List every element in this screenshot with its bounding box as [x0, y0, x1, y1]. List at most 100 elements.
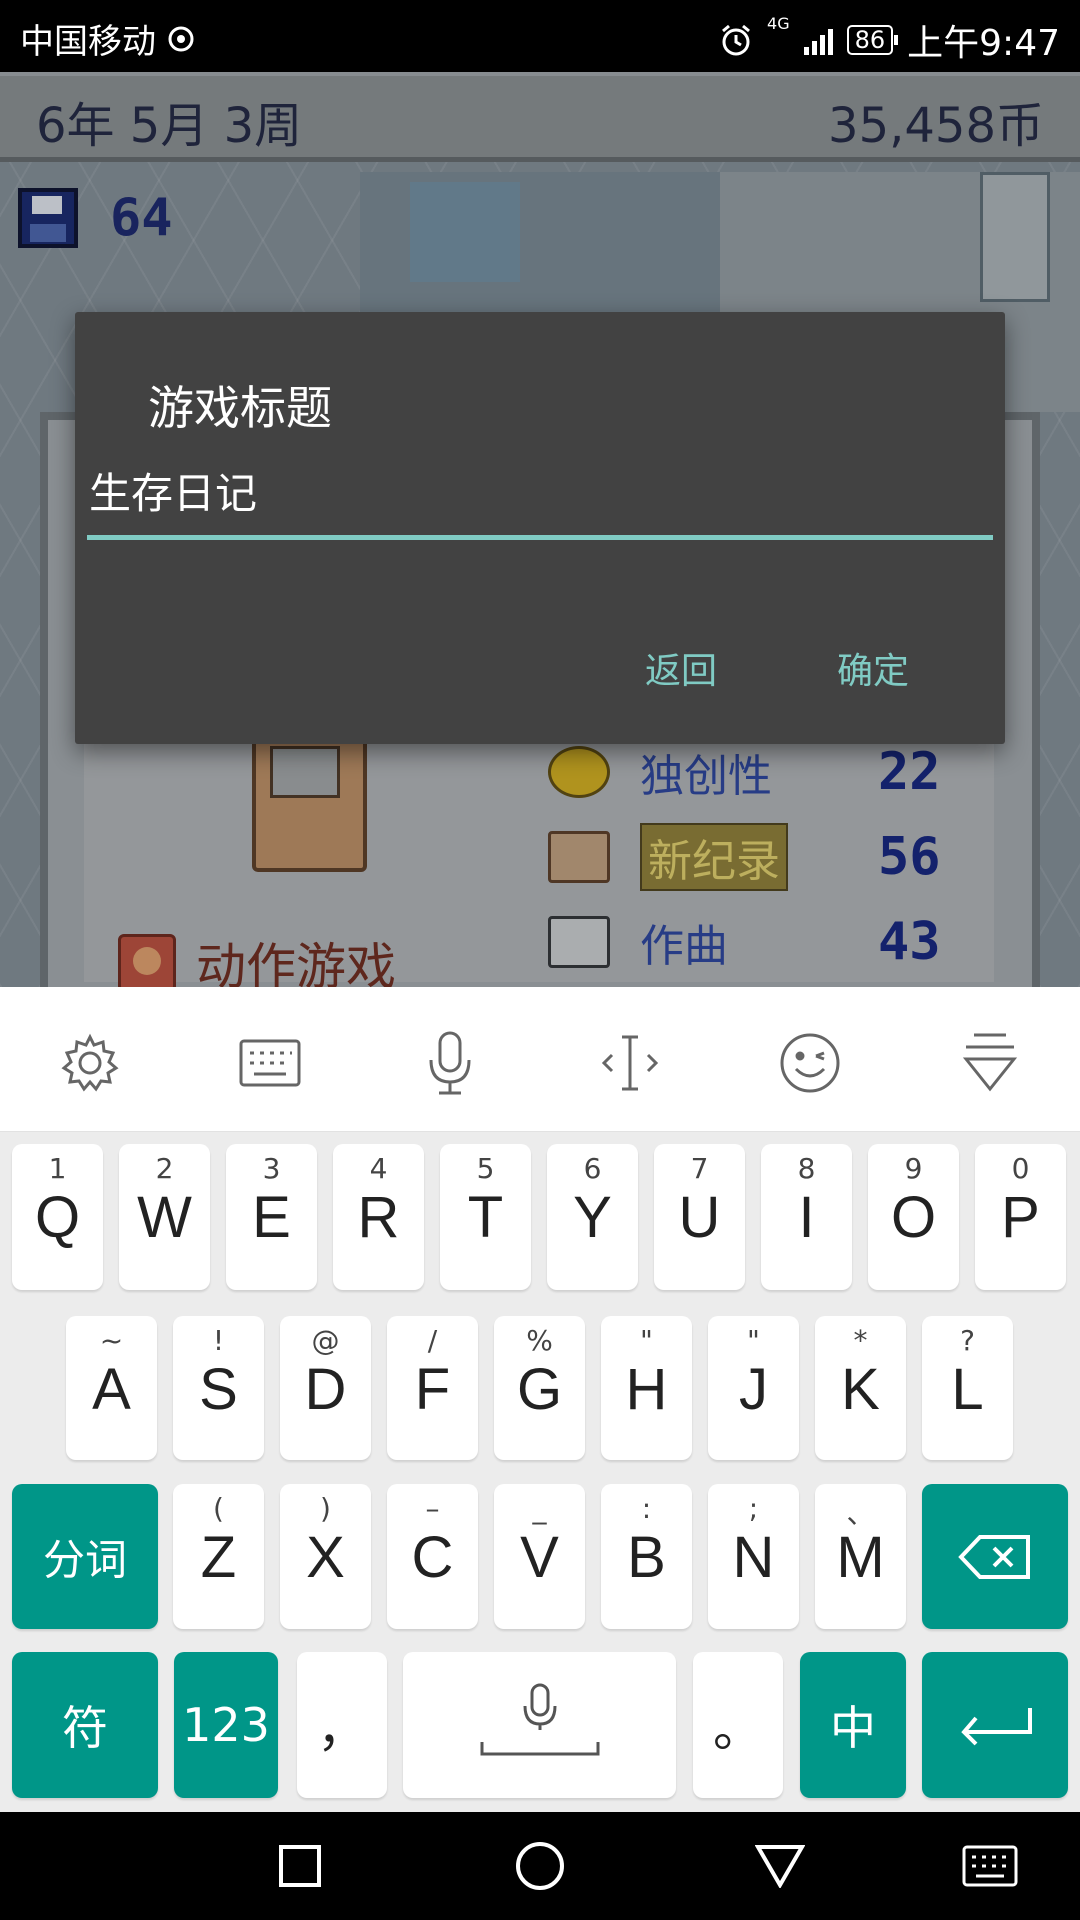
- key-c[interactable]: – C: [387, 1484, 478, 1629]
- key-sub-label: 1: [48, 1152, 67, 1185]
- key-label: 符: [62, 1701, 108, 1755]
- back-button[interactable]: 返回: [633, 632, 729, 704]
- keyboard-toolbar: [0, 987, 1080, 1132]
- key-label: D: [304, 1357, 347, 1422]
- key-e[interactable]: 3E: [226, 1144, 317, 1290]
- status-bar: 中国移动 4G 86 上午9:47: [0, 0, 1080, 72]
- collapse-keyboard-icon[interactable]: [950, 1023, 1030, 1103]
- key-g[interactable]: % G: [494, 1316, 585, 1460]
- key-sub-label: (: [213, 1492, 224, 1525]
- key-n[interactable]: ; N: [708, 1484, 799, 1629]
- key-f[interactable]: / F: [387, 1316, 478, 1460]
- key-label: I: [798, 1185, 815, 1250]
- status-right: 4G 86 上午9:47: [719, 14, 1060, 66]
- key-sub-label: ;: [748, 1492, 759, 1525]
- key-sub-label: ": [747, 1324, 760, 1357]
- key-s[interactable]: ! S: [173, 1316, 264, 1460]
- key-label: ，: [317, 1700, 367, 1758]
- period-key[interactable]: 。: [693, 1652, 783, 1798]
- language-key[interactable]: 中: [800, 1652, 906, 1798]
- microphone-icon[interactable]: [410, 1023, 490, 1103]
- key-label: R: [357, 1185, 400, 1250]
- key-v[interactable]: _ V: [494, 1484, 585, 1629]
- keyboard-switch-button[interactable]: [960, 1836, 1020, 1896]
- key-label: V: [520, 1525, 559, 1590]
- key-sub-label: 3: [262, 1152, 281, 1185]
- key-m[interactable]: 、 M: [815, 1484, 906, 1629]
- key-k[interactable]: * K: [815, 1316, 906, 1460]
- signal-icon: [803, 25, 833, 55]
- home-button[interactable]: [510, 1836, 570, 1896]
- backspace-key[interactable]: [922, 1484, 1068, 1629]
- settings-icon[interactable]: [50, 1023, 130, 1103]
- enter-key[interactable]: [922, 1652, 1068, 1798]
- game-title-dialog: 游戏标题 生存日记 返回 确定: [75, 312, 1005, 744]
- key-sub-label: 9: [904, 1152, 923, 1185]
- key-sub-label: 6: [583, 1152, 602, 1185]
- key-label: U: [678, 1185, 721, 1250]
- battery-level: 86: [854, 26, 886, 54]
- key-a[interactable]: ~ A: [66, 1316, 157, 1460]
- key-label: C: [411, 1525, 454, 1590]
- keyboard-icon[interactable]: [230, 1023, 310, 1103]
- back-nav-button[interactable]: [750, 1836, 810, 1896]
- key-x[interactable]: ) X: [280, 1484, 371, 1629]
- split-word-key[interactable]: 分词: [12, 1484, 158, 1629]
- key-w[interactable]: 2W: [119, 1144, 210, 1290]
- number-key[interactable]: 123: [174, 1652, 278, 1798]
- key-label: 123: [182, 1698, 270, 1752]
- key-u[interactable]: 7U: [654, 1144, 745, 1290]
- key-label: M: [836, 1525, 885, 1590]
- key-label: W: [137, 1185, 192, 1250]
- battery-icon: 86: [846, 25, 898, 55]
- key-sub-label: 5: [476, 1152, 495, 1185]
- keyboard-nav-icon: [962, 1845, 1018, 1887]
- recents-button[interactable]: [270, 1836, 330, 1896]
- key-i[interactable]: 8I: [761, 1144, 852, 1290]
- key-label: L: [951, 1357, 984, 1422]
- key-p[interactable]: 0P: [975, 1144, 1066, 1290]
- key-label: B: [627, 1525, 666, 1590]
- key-label: P: [1001, 1185, 1040, 1250]
- key-o[interactable]: 9O: [868, 1144, 959, 1290]
- key-label: J: [739, 1357, 768, 1422]
- key-sub-label: ?: [960, 1324, 975, 1357]
- confirm-button[interactable]: 确定: [825, 632, 921, 704]
- alarm-icon: [722, 24, 750, 56]
- key-y[interactable]: 6Y: [547, 1144, 638, 1290]
- cursor-move-icon[interactable]: [590, 1023, 670, 1103]
- key-l[interactable]: ? L: [922, 1316, 1013, 1460]
- key-sub-label: 7: [690, 1152, 709, 1185]
- space-key[interactable]: [403, 1652, 676, 1798]
- key-label: A: [92, 1357, 131, 1422]
- key-b[interactable]: :B: [601, 1484, 692, 1629]
- symbol-key[interactable]: 符: [12, 1652, 158, 1798]
- system-nav-bar: [0, 1812, 1080, 1920]
- key-label: N: [732, 1525, 775, 1590]
- key-label: Q: [34, 1185, 81, 1250]
- triangle-down-icon: [755, 1845, 805, 1888]
- key-label: H: [625, 1357, 668, 1422]
- key-sub-label: –: [425, 1492, 440, 1525]
- emoji-icon[interactable]: [770, 1023, 850, 1103]
- dialog-title: 游戏标题: [148, 381, 332, 435]
- key-sub-label: 8: [797, 1152, 816, 1185]
- key-sub-label: 4: [369, 1152, 388, 1185]
- key-label: Z: [200, 1525, 237, 1590]
- key-label: 分词: [42, 1535, 127, 1584]
- key-label: X: [306, 1525, 345, 1590]
- key-z[interactable]: (Z: [173, 1484, 264, 1629]
- key-j[interactable]: " J: [708, 1316, 799, 1460]
- key-d[interactable]: @ D: [280, 1316, 371, 1460]
- comma-key[interactable]: ，: [297, 1652, 387, 1798]
- key-sub-label: _: [532, 1492, 547, 1525]
- key-t[interactable]: 5T: [440, 1144, 531, 1290]
- backspace-icon: [958, 1535, 1030, 1579]
- key-sub-label: !: [212, 1324, 225, 1357]
- hotspot-icon: [168, 26, 194, 51]
- game-title-input[interactable]: 生存日记: [87, 462, 993, 540]
- key-q[interactable]: 1Q: [12, 1144, 103, 1290]
- key-label: 中: [830, 1701, 876, 1755]
- key-h[interactable]: " H: [601, 1316, 692, 1460]
- key-r[interactable]: 4R: [333, 1144, 424, 1290]
